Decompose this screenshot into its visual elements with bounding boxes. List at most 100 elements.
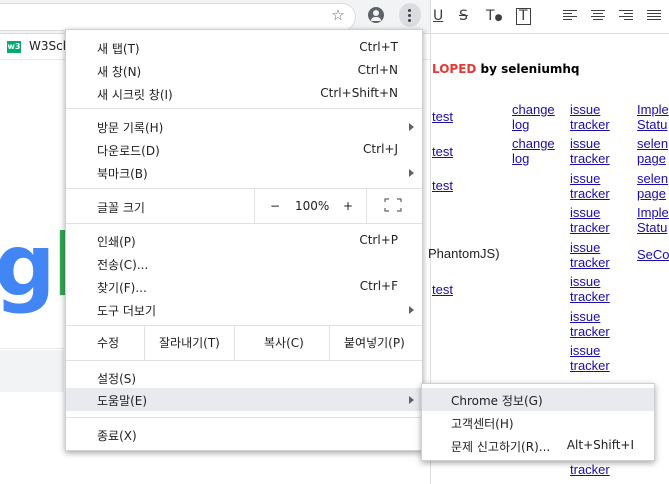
menu-item-label: 방문 기록(H) bbox=[97, 121, 164, 135]
menu-item-new-tab[interactable]: 새 탭(T) Ctrl+T bbox=[66, 36, 422, 59]
menu-item-label: 전송(C)... bbox=[97, 258, 149, 272]
link-issue-tracker[interactable]: tracker bbox=[570, 186, 610, 201]
zoom-label: 글꼴 크기 bbox=[97, 201, 145, 215]
link-issue-tracker[interactable]: issue bbox=[570, 274, 600, 289]
chrome-menu-button[interactable] bbox=[399, 3, 421, 27]
link-issue-tracker[interactable]: issue bbox=[570, 309, 600, 324]
menu-item-print[interactable]: 인쇄(P) Ctrl+P bbox=[66, 229, 422, 252]
submenu-arrow-icon bbox=[409, 169, 414, 177]
kebab-dot bbox=[408, 19, 411, 22]
divider bbox=[234, 325, 235, 360]
fullscreen-icon[interactable] bbox=[384, 198, 402, 212]
w3schools-icon: w3 bbox=[7, 41, 21, 53]
menu-item-shortcut: Ctrl+P bbox=[359, 233, 398, 247]
menu-item-history[interactable]: 방문 기록(H) bbox=[66, 115, 422, 138]
link-issue-tracker[interactable]: issue bbox=[570, 240, 600, 255]
link-issue-tracker[interactable]: issue bbox=[570, 136, 600, 151]
link-selenium-page[interactable]: page bbox=[637, 151, 666, 166]
align-center-icon[interactable] bbox=[591, 10, 605, 22]
zoom-out-button[interactable]: − bbox=[270, 199, 280, 213]
divider bbox=[329, 325, 330, 360]
link-issue-tracker[interactable]: issue bbox=[570, 343, 600, 358]
link-test[interactable]: test bbox=[432, 282, 453, 297]
align-justify-icon[interactable] bbox=[647, 10, 661, 22]
menu-item-label: 종료(X) bbox=[97, 429, 137, 443]
link-changelog[interactable]: log bbox=[512, 151, 529, 166]
menu-item-help-center[interactable]: 고객센터(H) bbox=[422, 411, 654, 434]
cut-button[interactable]: 잘라내기(T) bbox=[159, 334, 220, 351]
link-test[interactable]: test bbox=[432, 144, 453, 159]
link-issue-tracker[interactable]: tracker bbox=[570, 117, 610, 132]
menu-item-report-issue[interactable]: 문제 신고하기(R)... Alt+Shift+I bbox=[422, 434, 654, 457]
divider bbox=[366, 189, 367, 223]
link-seco[interactable]: SeCo bbox=[637, 247, 669, 262]
link-changelog[interactable]: log bbox=[512, 117, 529, 132]
menu-item-label: 인쇄(P) bbox=[97, 235, 136, 249]
link-implementation-status[interactable]: Imple bbox=[637, 205, 669, 220]
profile-avatar-icon[interactable] bbox=[368, 7, 384, 23]
link-implementation-status[interactable]: Statu bbox=[637, 117, 667, 132]
heading-rest: by seleniumhq bbox=[476, 62, 580, 76]
paste-button[interactable]: 붙여넣기(P) bbox=[344, 334, 405, 351]
menu-item-new-window[interactable]: 새 창(N) Ctrl+N bbox=[66, 59, 422, 82]
link-changelog[interactable]: change bbox=[512, 136, 555, 151]
align-right-icon[interactable] bbox=[619, 10, 633, 22]
section-heading: LOPED by seleniumhq bbox=[432, 62, 580, 76]
strikethrough-icon[interactable]: S bbox=[459, 7, 468, 25]
google-logo-g: g bbox=[0, 216, 56, 316]
menu-item-label: 새 창(N) bbox=[97, 65, 142, 79]
menu-item-label: 북마크(B) bbox=[97, 167, 148, 181]
menu-item-downloads[interactable]: 다운로드(D) Ctrl+J bbox=[66, 138, 422, 161]
menu-item-more-tools[interactable]: 도구 더보기 bbox=[66, 298, 422, 321]
link-issue-tracker[interactable]: tracker bbox=[570, 151, 610, 166]
link-issue-tracker[interactable]: tracker bbox=[570, 358, 610, 373]
menu-item-label: 찾기(F)... bbox=[97, 281, 147, 295]
address-bar[interactable] bbox=[0, 3, 356, 31]
link-changelog[interactable]: change bbox=[512, 102, 555, 117]
link-implementation-status[interactable]: Statu bbox=[637, 220, 667, 235]
link-selenium-page[interactable]: selen bbox=[637, 171, 668, 186]
link-test[interactable]: test bbox=[432, 109, 453, 124]
text-color-icon[interactable]: T● bbox=[486, 7, 502, 27]
copy-button[interactable]: 복사(C) bbox=[264, 334, 304, 351]
text-box-icon[interactable]: T bbox=[516, 8, 531, 25]
menu-item-shortcut: Ctrl+F bbox=[359, 279, 398, 293]
menu-item-bookmarks[interactable]: 북마크(B) bbox=[66, 161, 422, 184]
menu-item-label: 도움말(E) bbox=[97, 394, 148, 408]
menu-item-about-chrome[interactable]: Chrome 정보(G) bbox=[422, 388, 654, 411]
link-issue-tracker[interactable]: tracker bbox=[570, 324, 610, 339]
link-implementation-status[interactable]: Imple bbox=[637, 102, 669, 117]
google-search-box[interactable] bbox=[0, 350, 64, 392]
align-left-icon[interactable] bbox=[563, 10, 577, 22]
link-selenium-page[interactable]: selen bbox=[637, 136, 668, 151]
menu-item-shortcut: Ctrl+J bbox=[363, 142, 398, 156]
link-test[interactable]: test bbox=[432, 178, 453, 193]
kebab-dot bbox=[408, 9, 411, 12]
underline-icon[interactable]: U bbox=[433, 7, 443, 25]
link-issue-tracker[interactable]: tracker bbox=[570, 462, 610, 477]
menu-item-settings[interactable]: 설정(S) bbox=[66, 366, 422, 389]
link-issue-tracker[interactable]: tracker bbox=[570, 220, 610, 235]
heading-red: LOPED bbox=[432, 62, 477, 76]
zoom-value: 100% bbox=[295, 199, 330, 213]
edit-label: 수정 bbox=[97, 336, 120, 350]
menu-item-label: 도구 더보기 bbox=[97, 304, 157, 318]
link-issue-tracker[interactable]: tracker bbox=[570, 289, 610, 304]
menu-item-find[interactable]: 찾기(F)... Ctrl+F bbox=[66, 275, 422, 298]
menu-item-cast[interactable]: 전송(C)... bbox=[66, 252, 422, 275]
link-issue-tracker[interactable]: issue bbox=[570, 205, 600, 220]
link-selenium-page[interactable]: page bbox=[637, 186, 666, 201]
bookmark-star-icon[interactable]: ☆ bbox=[328, 5, 348, 25]
menu-item-label: 문제 신고하기(R)... bbox=[451, 440, 551, 454]
menu-item-label: 새 탭(T) bbox=[97, 42, 140, 56]
link-issue-tracker[interactable]: issue bbox=[570, 102, 600, 117]
menu-item-help[interactable]: 도움말(E) bbox=[66, 388, 422, 411]
menu-separator bbox=[66, 188, 422, 189]
zoom-in-button[interactable]: + bbox=[343, 199, 353, 213]
menu-item-label: 고객센터(H) bbox=[451, 417, 514, 431]
link-issue-tracker[interactable]: issue bbox=[570, 171, 600, 186]
link-issue-tracker[interactable]: tracker bbox=[570, 255, 610, 270]
menu-item-exit[interactable]: 종료(X) bbox=[66, 423, 422, 446]
menu-item-new-incognito-window[interactable]: 새 시크릿 창(I) Ctrl+Shift+N bbox=[66, 82, 422, 105]
submenu-arrow-icon bbox=[409, 306, 414, 314]
